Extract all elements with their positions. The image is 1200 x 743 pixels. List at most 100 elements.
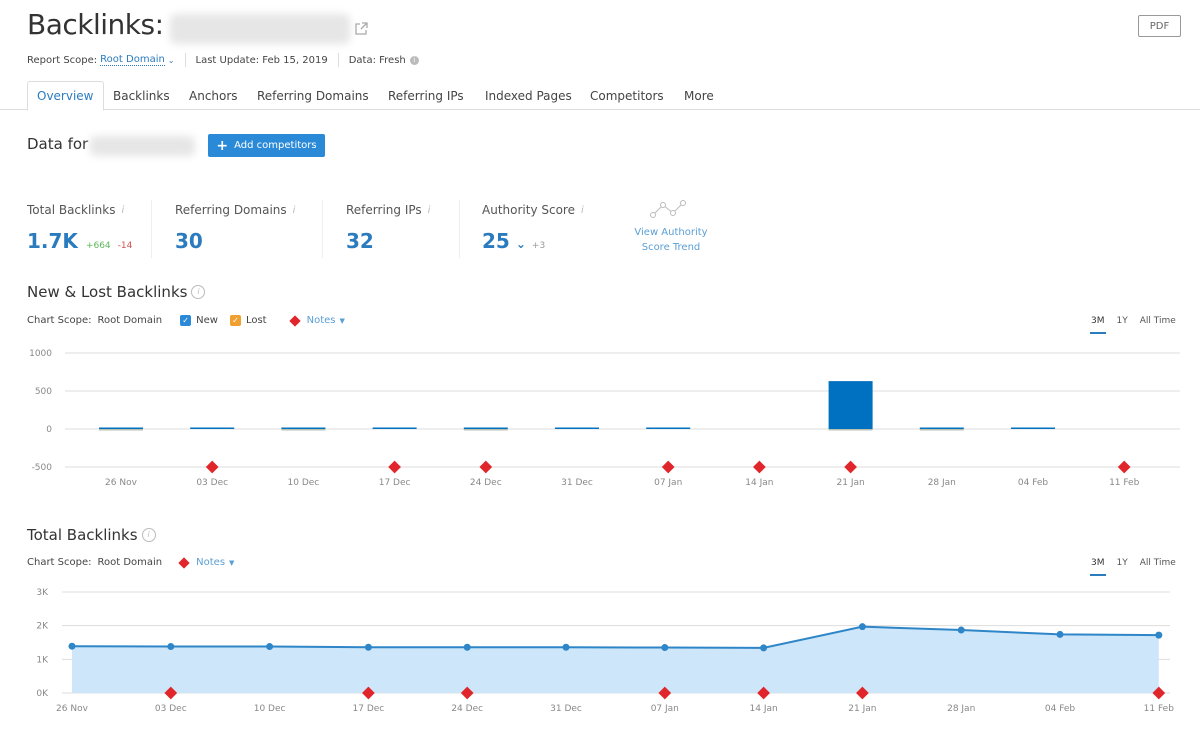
tab-bar: Overview Backlinks Anchors Referring Dom… [0,81,1200,111]
range-3m[interactable]: 3M [1090,558,1105,576]
x-tick-label: 07 Jan [651,704,679,714]
data-point [266,643,274,651]
view-trend-line2: Score Trend [641,242,701,253]
divider [337,53,339,67]
new-lost-title: New & Lost Backlinks i [27,283,206,301]
y-tick-label: 500 [35,387,52,397]
referring-domains-value[interactable]: 30 [175,229,203,253]
note-marker [661,460,675,474]
info-icon[interactable]: i [121,205,124,216]
x-tick-label: 07 Jan [654,478,682,488]
tab-more[interactable]: More [675,81,723,110]
x-tick-label: 14 Jan [745,478,773,488]
lost-backlinks-delta: -14 [117,241,133,251]
y-tick-label: 2K [36,622,49,632]
range-3m[interactable]: 3M [1090,316,1105,334]
x-tick-label: 10 Dec [254,704,286,714]
total-backlinks-value[interactable]: 1.7K [27,229,78,253]
info-icon[interactable]: i [581,205,584,216]
info-icon[interactable]: i [428,205,431,216]
chevron-down-icon[interactable]: ⌄ [516,237,526,251]
notes-diamond-icon [178,556,190,569]
data-point [1056,630,1064,638]
bar-lost [919,429,964,431]
y-tick-label: -500 [32,463,53,473]
x-tick-label: 21 Jan [848,704,876,714]
bar-lost [828,429,873,431]
chart-scope-label: Chart Scope: [27,315,92,326]
data-status: Data: Fresh [348,54,406,66]
add-competitors-button[interactable]: + Add competitors [208,134,325,157]
area-fill [72,626,1159,693]
last-update: Last Update: Feb 15, 2019 [195,54,328,66]
y-tick-label: 3K [36,588,49,598]
authority-score-change: +3 [531,241,546,251]
x-tick-label: 14 Jan [750,704,778,714]
bar-lost [463,429,508,431]
divider [322,200,323,258]
note-marker [388,460,401,474]
x-tick-label: 28 Jan [928,478,956,488]
add-competitors-label: Add competitors [234,140,317,151]
note-marker [479,460,493,474]
trend-line-icon [650,200,686,218]
info-icon[interactable]: i [191,285,206,299]
report-scope-dropdown[interactable]: Root Domain [100,54,165,66]
y-tick-label: 1000 [29,349,52,359]
info-icon[interactable]: i [141,528,156,542]
lost-checkbox[interactable]: ✓ [229,315,241,326]
data-point [167,643,175,651]
x-tick-label: 11 Feb [1109,478,1140,488]
total-range-selector: 3M 1Y All Time [1090,558,1176,576]
bar-new [99,427,143,429]
data-point [463,643,471,651]
view-authority-trend-link[interactable]: View Authority Score Trend [625,198,717,255]
range-all-time[interactable]: All Time [1140,558,1176,568]
notes-dropdown[interactable]: Notes ▼ [196,557,234,568]
pdf-button[interactable]: PDF [1138,15,1181,37]
tab-referring-ips[interactable]: Referring IPs [379,81,473,110]
plus-icon: + [216,137,229,154]
page-title: Backlinks: [27,8,164,41]
chevron-down-icon[interactable]: ⌄ [168,56,175,65]
metric-label: Referring IPs [346,203,422,217]
section-title: New & Lost Backlinks [27,283,188,301]
info-icon[interactable]: i [293,205,296,216]
caret-down-icon: ▼ [339,317,345,325]
x-tick-label: 17 Dec [379,478,411,488]
domain-name-blurred [170,14,350,44]
metric-label: Total Backlinks [27,203,116,217]
referring-ips-value[interactable]: 32 [346,229,374,253]
metric-label: Authority Score [482,203,575,217]
bar-new [281,427,326,429]
tab-overview[interactable]: Overview [27,81,104,111]
note-marker [205,460,219,474]
tab-anchors[interactable]: Anchors [180,81,247,110]
metric-total-backlinks: Total Backlinks i 1.7K +664 -14 [27,203,132,253]
bar-new [555,427,599,429]
tab-competitors[interactable]: Competitors [581,81,673,110]
bar-new [646,427,691,429]
range-all-time[interactable]: All Time [1140,316,1176,326]
x-tick-label: 17 Dec [353,704,385,714]
x-tick-label: 10 Dec [288,478,320,488]
notes-dropdown[interactable]: Notes ▼ [307,315,345,326]
range-1y[interactable]: 1Y [1117,558,1128,568]
report-scope-label: Report Scope: [27,54,98,66]
x-tick-label: 03 Dec [196,478,228,488]
y-tick-label: 0 [46,425,52,435]
total-controls: Chart Scope: Root Domain Notes ▼ [27,556,234,569]
info-icon[interactable]: i [409,55,419,65]
new-checkbox[interactable]: ✓ [180,315,192,326]
external-link-icon[interactable] [354,22,368,36]
notes-diamond-icon [288,314,301,327]
x-tick-label: 11 Feb [1144,704,1175,714]
tab-backlinks[interactable]: Backlinks [104,81,179,110]
total-backlinks-chart: 3K 2K 1K 0K 26 Nov 03 Dec 10 Dec 17 Dec 24 Dec 31… [36,588,1175,714]
tab-indexed-pages[interactable]: Indexed Pages [476,81,581,110]
new-lost-range-selector: 3M 1Y All Time [1090,316,1176,334]
data-point [858,623,866,631]
range-1y[interactable]: 1Y [1117,316,1128,326]
tab-referring-domains[interactable]: Referring Domains [248,81,378,110]
x-tick-label: 24 Dec [470,478,502,488]
